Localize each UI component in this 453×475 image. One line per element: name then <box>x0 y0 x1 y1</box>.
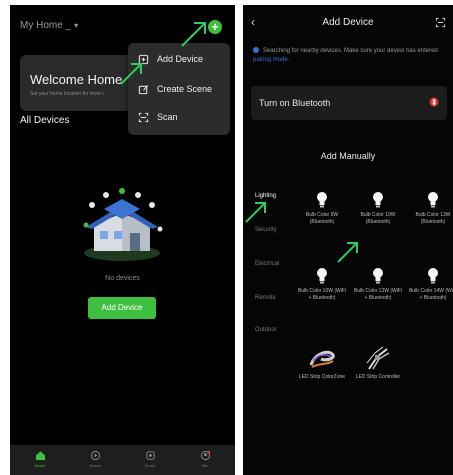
bulb-icon <box>373 192 383 208</box>
tab-label: Scene <box>89 463 101 468</box>
menu-item-scan[interactable]: Scan <box>138 109 178 125</box>
led-controller-icon <box>366 346 390 370</box>
searching-icon <box>253 47 259 54</box>
scan-icon <box>138 112 149 122</box>
tab-label: Smart <box>144 463 156 468</box>
tab-me[interactable]: Me <box>190 450 220 468</box>
bulb-icon <box>317 192 327 208</box>
info-text: Searching for nearby devices. Make sure … <box>263 48 438 54</box>
bulb-icon <box>317 268 327 284</box>
empty-state-text: No devices <box>105 275 140 282</box>
device-label: Bulb Color 9W (Bluetooth) <box>305 212 339 225</box>
add-menu-dropdown: Add Device Create Scene Scan <box>128 43 230 135</box>
led-strip-icon <box>309 350 335 368</box>
menu-item-label: Create Scene <box>157 84 213 94</box>
house-illustration <box>83 188 163 261</box>
home-icon <box>35 451 45 461</box>
home-selector[interactable]: My Home _ ▾ <box>20 20 78 31</box>
category-security[interactable]: Security <box>255 227 277 233</box>
device-bulb-color-10w-bt[interactable]: Bulb Color 10W (Bluetooth) <box>353 191 403 226</box>
category-outdoor[interactable]: Outdoor <box>255 327 277 333</box>
device-label: Bulb Color 13W (Bluetooth) <box>415 212 451 225</box>
device-led-strip-controller[interactable]: LED Strip Controller <box>353 345 403 381</box>
searching-info: Searching for nearby devices. Make sure … <box>253 47 448 65</box>
tab-smart[interactable]: Smart <box>135 450 165 468</box>
annotation-arrow-add-device <box>120 63 142 85</box>
device-label: Bulb Color 10W (Bluetooth) <box>360 212 396 225</box>
device-label: Bulb Color 14W (WiFi + Bluetooth) <box>408 288 453 301</box>
section-title: Add Manually <box>320 151 376 161</box>
bulb-icon <box>428 192 438 208</box>
scan-icon[interactable] <box>435 17 446 28</box>
welcome-title: Welcome Home <box>30 72 123 87</box>
welcome-subtitle: Set your home location for more i <box>30 91 104 97</box>
device-label: LED Strip ColorZone <box>298 374 346 380</box>
bulb-icon <box>428 268 438 284</box>
tab-scene[interactable]: Scene <box>80 450 110 468</box>
bluetooth-off-icon <box>429 97 439 107</box>
bluetooth-label: Turn on Bluetooth <box>259 98 331 108</box>
pairing-mode-link[interactable]: pairing mode. <box>253 57 289 63</box>
device-bulb-color-13w-bt[interactable]: Bulb Color 13W (Bluetooth) <box>408 191 453 226</box>
device-label: LED Strip Controller <box>355 374 401 380</box>
page-title: Add Device <box>322 17 374 28</box>
category-remote[interactable]: Remote <box>255 295 276 301</box>
bulb-icon <box>373 268 383 284</box>
device-bulb-color-13w-wifi-bt[interactable]: Bulb Color 13W (WiFi + Bluetooth) <box>353 267 403 302</box>
device-label: Bulb Color 10W (WiFi + Bluetooth) <box>297 288 347 301</box>
device-bulb-color-10w-wifi-bt[interactable]: Bulb Color 10W (WiFi + Bluetooth) <box>297 267 347 302</box>
add-device-button[interactable]: Add Device <box>88 297 156 319</box>
smart-icon <box>145 451 155 460</box>
home-title: My Home _ <box>20 20 72 31</box>
category-electrical[interactable]: Electrical <box>255 261 279 267</box>
menu-item-label: Scan <box>157 112 178 122</box>
section-title: All Devices <box>20 115 70 126</box>
tab-label: Me <box>202 463 208 468</box>
annotation-arrow-bulb <box>337 242 358 263</box>
device-bulb-color-14w-wifi-bt[interactable]: Bulb Color 14W (WiFi + Bluetooth) <box>408 267 453 302</box>
me-icon <box>200 450 210 461</box>
tab-home[interactable]: Home <box>25 450 55 468</box>
annotation-arrow-lighting <box>245 202 266 223</box>
scene-icon <box>90 450 100 461</box>
menu-item-label: Add Device <box>157 54 204 64</box>
device-bulb-color-9w-bt[interactable]: Bulb Color 9W (Bluetooth) <box>297 191 347 226</box>
tab-label: Home <box>34 463 46 468</box>
bluetooth-card[interactable]: Turn on Bluetooth <box>251 86 447 120</box>
device-label: Bulb Color 13W (WiFi + Bluetooth) <box>353 288 403 301</box>
device-led-strip-colorzone[interactable]: LED Strip ColorZone <box>297 345 347 381</box>
annotation-arrow-plus <box>181 22 206 47</box>
bottom-tab-bar: Home Scene Smart Me <box>10 445 235 475</box>
menu-item-create-scene[interactable]: Create Scene <box>138 81 212 97</box>
chevron-down-icon: ▾ <box>74 21 79 30</box>
